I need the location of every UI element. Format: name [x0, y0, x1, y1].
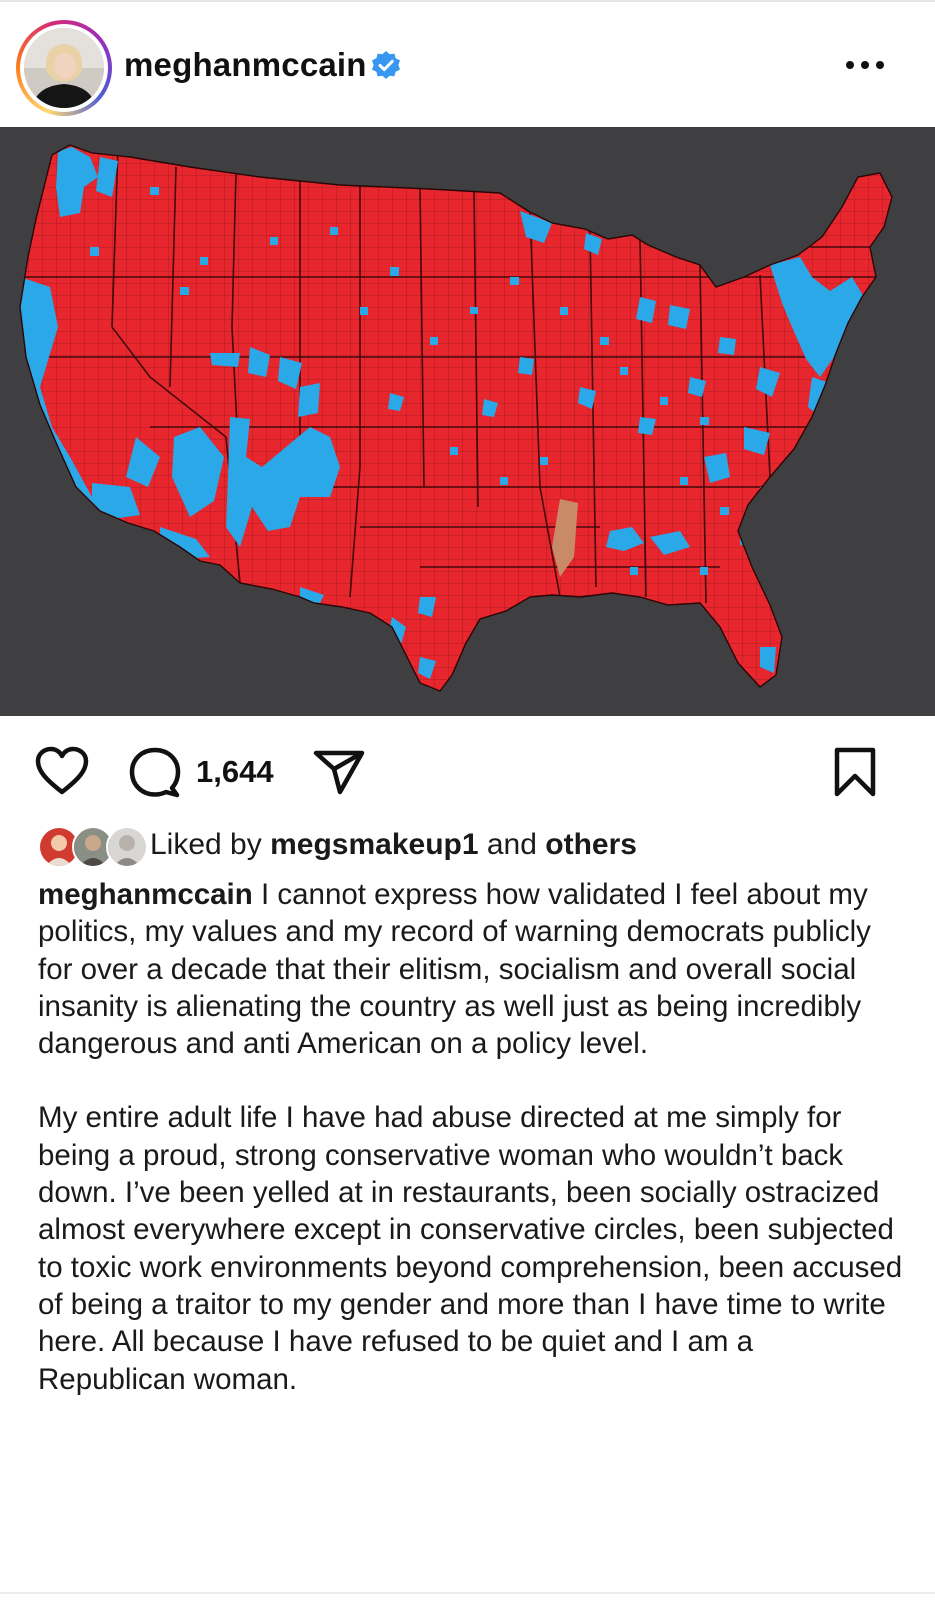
liked-by-user[interactable]: megsmakeup1 — [270, 828, 478, 861]
post-image[interactable] — [0, 127, 935, 716]
share-paper-plane-icon[interactable] — [312, 748, 366, 796]
comment-icon[interactable] — [128, 746, 182, 798]
story-ring[interactable] — [16, 20, 112, 116]
more-options-icon[interactable] — [842, 58, 888, 72]
avatar[interactable] — [24, 28, 104, 108]
comment-count[interactable]: 1,644 — [196, 754, 274, 790]
caption-paragraph: meghanmccain I cannot express how valida… — [38, 876, 908, 1062]
save-bookmark-icon[interactable] — [832, 746, 878, 798]
liker-avatar — [106, 826, 148, 868]
like-heart-icon[interactable] — [34, 746, 90, 796]
bottom-divider — [0, 1592, 935, 1594]
post-header: meghanmccain — [0, 14, 935, 116]
top-divider — [0, 0, 935, 2]
post-username[interactable]: meghanmccain — [124, 46, 367, 84]
action-bar: 1,644 — [0, 740, 935, 800]
liked-by-others[interactable]: others — [545, 828, 637, 861]
likes-row[interactable]: Liked by megsmakeup1 and others — [38, 826, 918, 868]
caption: meghanmccain I cannot express how valida… — [38, 876, 908, 1398]
verified-badge-icon — [372, 51, 400, 79]
caption-username[interactable]: meghanmccain — [38, 878, 253, 911]
caption-paragraph: My entire adult life I have had abuse di… — [38, 1101, 903, 1396]
liked-by-text: Liked by megsmakeup1 and others — [150, 828, 637, 861]
us-county-map-image — [19, 144, 893, 692]
